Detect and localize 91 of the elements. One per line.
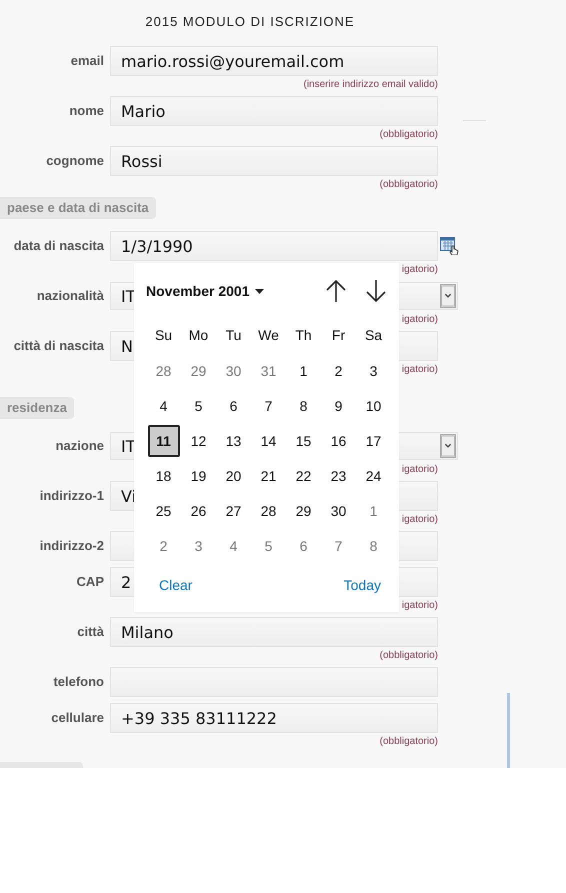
calendar-day[interactable]: 31 — [252, 354, 284, 386]
input-field[interactable]: Rossi — [110, 146, 438, 176]
weekday-label: Fr — [330, 326, 346, 345]
month-selector[interactable]: November 2001 — [146, 283, 264, 299]
date-field[interactable]: 1/3/1990 — [110, 231, 438, 261]
calendar-day[interactable]: 23 — [322, 460, 354, 492]
weekday-label: Tu — [224, 326, 242, 345]
input-field[interactable]: mario.rossi@youremail.com — [110, 46, 438, 76]
field-label: nazione — [54, 437, 104, 455]
calendar-day[interactable]: 3 — [358, 354, 390, 386]
up-arrow-icon[interactable] — [325, 279, 347, 303]
calendar-day[interactable]: 13 — [218, 424, 250, 456]
calendar-day[interactable]: 29 — [182, 354, 214, 386]
calendar-day[interactable]: 8 — [288, 390, 320, 422]
calendar-day[interactable]: 17 — [358, 424, 390, 456]
weekday-label: Sa — [364, 326, 384, 345]
calendar-day[interactable]: 30 — [322, 494, 354, 526]
field-hint: igatorio) — [402, 314, 438, 325]
calendar-day[interactable]: 15 — [288, 424, 320, 456]
field-label: telefono — [52, 673, 104, 691]
calendar-day[interactable]: 5 — [252, 530, 284, 562]
field-hint: igatorio) — [402, 514, 438, 525]
field-label: indirizzo-2 — [38, 537, 104, 555]
calendar-day[interactable]: 24 — [358, 460, 390, 492]
calendar-day[interactable]: 4 — [148, 390, 180, 422]
field-hint: (obbligatorio) — [380, 650, 438, 661]
calendar-day[interactable]: 16 — [322, 424, 354, 456]
calendar-day[interactable]: 9 — [322, 390, 354, 422]
form-title: 2015 MODULO DI ISCRIZIONE — [144, 13, 356, 30]
calendar-day[interactable]: 10 — [358, 390, 390, 422]
field-label: città di nascita — [12, 337, 104, 355]
calendar-day[interactable]: 6 — [218, 390, 250, 422]
calendar-day[interactable]: 30 — [218, 354, 250, 386]
calendar-day[interactable]: 21 — [252, 460, 284, 492]
field-label: email — [70, 52, 104, 70]
calendar-icon[interactable] — [440, 237, 459, 255]
field-hint: (obbligatorio) — [380, 736, 438, 747]
calendar-day[interactable]: 26 — [182, 494, 214, 526]
calendar-day[interactable]: 8 — [358, 530, 390, 562]
field-label: indirizzo-1 — [38, 487, 104, 505]
calendar-day[interactable]: 12 — [182, 424, 214, 456]
dropdown-arrow-icon[interactable] — [440, 434, 456, 458]
calendar-day[interactable]: 3 — [182, 530, 214, 562]
field-label: città — [76, 623, 104, 641]
calendar-day[interactable]: 11 — [148, 424, 180, 456]
weekday-label: Th — [294, 326, 313, 345]
field-hint: igatorio) — [402, 464, 438, 475]
calendar-day[interactable]: 25 — [148, 494, 180, 526]
field-label: nome — [68, 102, 104, 120]
calendar-day[interactable]: 2 — [148, 530, 180, 562]
weekday-label: We — [257, 326, 280, 345]
field-hint: (obbligatorio) — [380, 179, 438, 190]
field-label: cellulare — [50, 709, 104, 727]
weekday-label: Su — [154, 326, 174, 345]
calendar-day[interactable]: 4 — [218, 530, 250, 562]
dropdown-arrow-icon[interactable] — [440, 284, 456, 308]
field-label: nazionalità — [36, 287, 104, 305]
calendar-day[interactable]: 28 — [252, 494, 284, 526]
field-label: data di nascita — [12, 237, 104, 255]
field-hint: (obbligatorio) — [380, 129, 438, 140]
clear-link[interactable]: Clear — [159, 577, 192, 593]
calendar-day[interactable]: 18 — [148, 460, 180, 492]
input-field[interactable]: Mario — [110, 96, 438, 126]
calendar-day[interactable]: 27 — [218, 494, 250, 526]
calendar-day[interactable]: 28 — [148, 354, 180, 386]
section-heading: residenza — [0, 397, 74, 419]
down-arrow-icon[interactable] — [365, 279, 387, 303]
input-field[interactable]: +39 335 83111222 — [110, 703, 438, 733]
calendar-day[interactable]: 1 — [288, 354, 320, 386]
calendar-day[interactable]: 22 — [288, 460, 320, 492]
calendar-day[interactable]: 19 — [182, 460, 214, 492]
calendar-day[interactable]: 7 — [252, 390, 284, 422]
calendar-day[interactable]: 29 — [288, 494, 320, 526]
calendar-day[interactable]: 7 — [322, 530, 354, 562]
input-field[interactable]: Milano — [110, 617, 438, 647]
field-hint: igatorio) — [402, 600, 438, 611]
today-link[interactable]: Today — [344, 577, 381, 593]
weekday-label: Mo — [188, 326, 210, 345]
calendar-day[interactable]: 6 — [288, 530, 320, 562]
calendar-day[interactable]: 2 — [322, 354, 354, 386]
calendar-day[interactable]: 1 — [358, 494, 390, 526]
calendar-day[interactable]: 14 — [252, 424, 284, 456]
field-hint: igatorio) — [402, 364, 438, 375]
section-heading: paese e data di nascita — [0, 197, 156, 219]
field-hint: (inserire indirizzo email valido) — [304, 79, 438, 90]
caret-icon — [254, 288, 264, 294]
field-label: CAP — [76, 573, 104, 591]
field-hint: igatorio) — [402, 264, 438, 275]
calendar-day[interactable]: 20 — [218, 460, 250, 492]
field-label: cognome — [45, 152, 104, 170]
calendar-day[interactable]: 5 — [182, 390, 214, 422]
